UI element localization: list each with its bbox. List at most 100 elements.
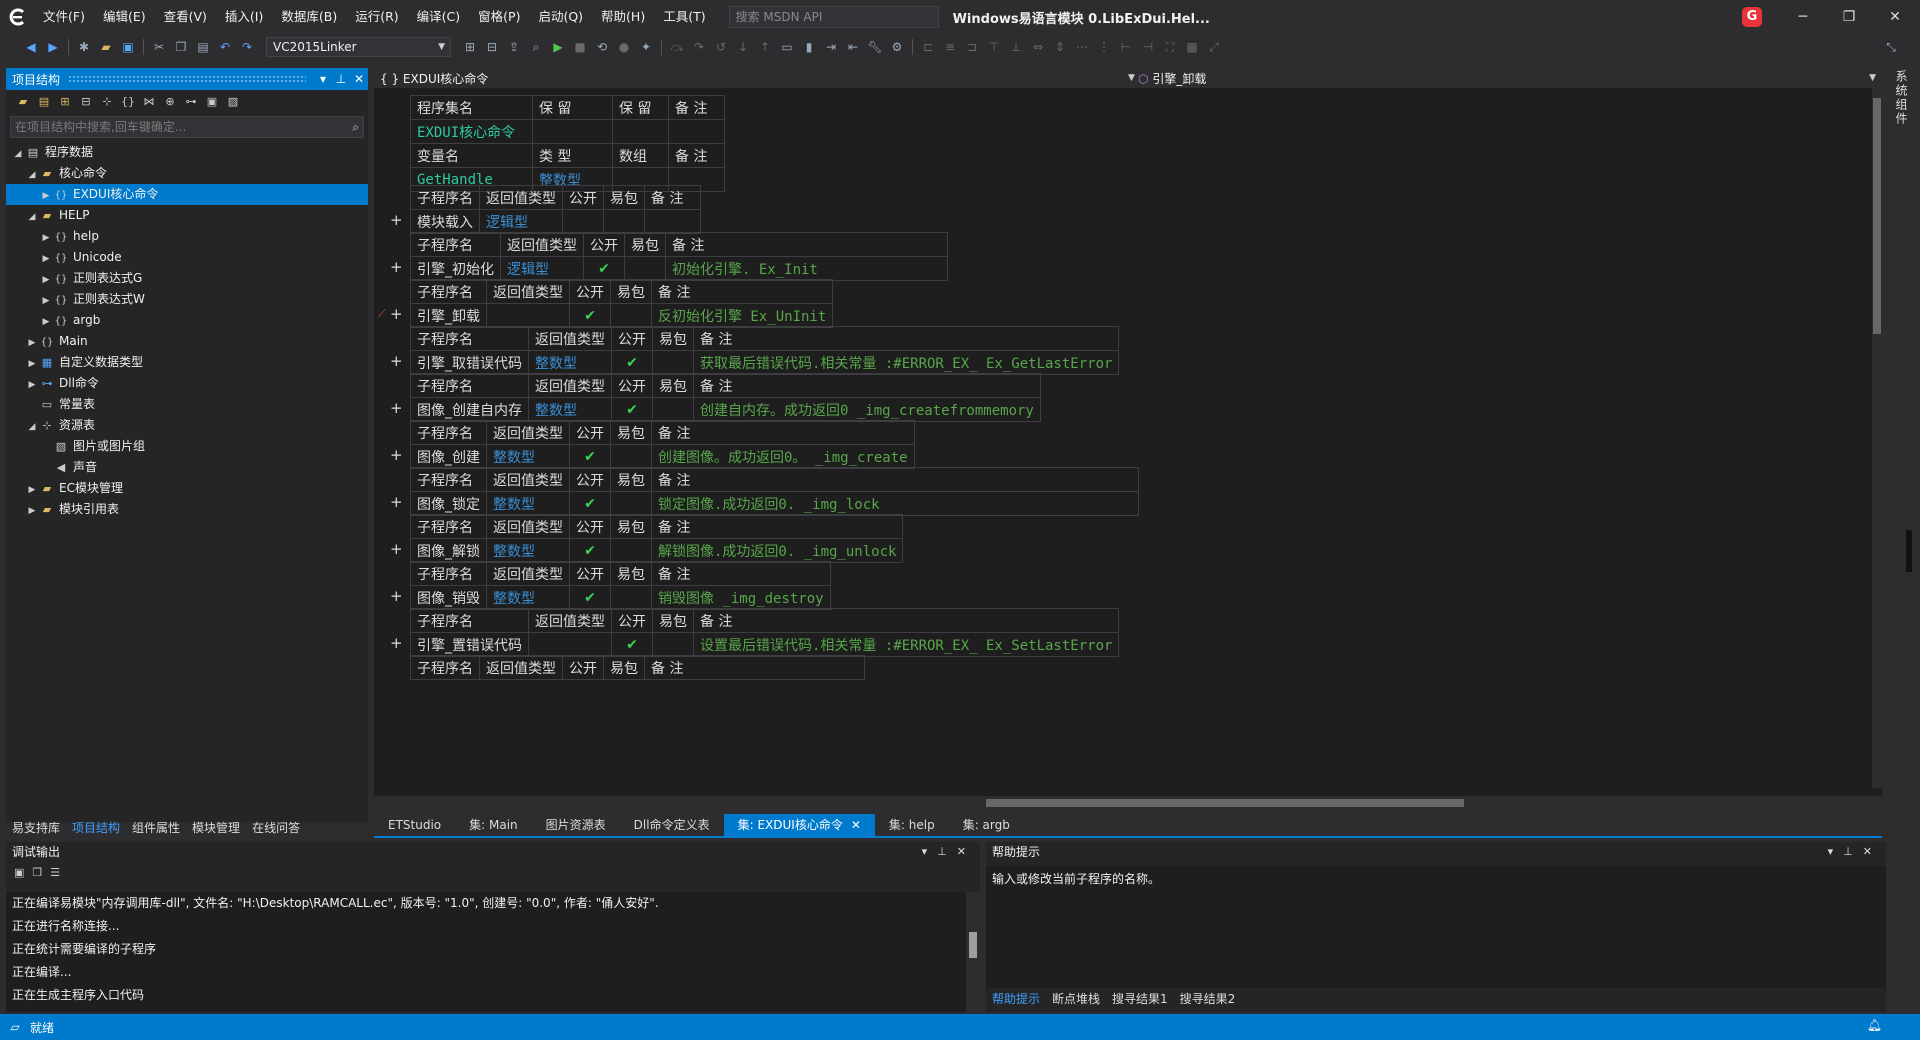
add-picture-icon[interactable]: ▧ xyxy=(224,93,242,111)
project-search-input[interactable]: 在项目结构中搜索,回车键确定... ⌕ xyxy=(10,116,364,138)
document-tab[interactable]: 集: help xyxy=(875,814,949,836)
pin-toolbar-icon[interactable]: ⤡ xyxy=(1880,36,1902,58)
open-folder-icon[interactable]: ▰ xyxy=(95,36,117,58)
collapse-arrow-icon[interactable]: ◢ xyxy=(12,144,24,165)
bookmark-icon[interactable]: ▮ xyxy=(798,36,820,58)
sub-ret-cell[interactable]: 整数型 xyxy=(486,444,570,469)
help-tab[interactable]: 搜寻结果1 xyxy=(1106,990,1174,1007)
sub-public-cell[interactable]: ✔ xyxy=(583,256,625,281)
paste-icon[interactable]: ▤ xyxy=(192,36,214,58)
align-top-icon[interactable]: ⊤ xyxy=(983,36,1005,58)
add-var-icon[interactable]: ⊹ xyxy=(98,93,116,111)
collapse-arrow-icon[interactable]: ◢ xyxy=(26,207,38,228)
tree-item[interactable]: ▶{} EXDUI核心命令 xyxy=(6,184,368,205)
bookmark-next-icon[interactable]: ⇥ xyxy=(820,36,842,58)
same-width-icon[interactable]: ⇔ xyxy=(1027,36,1049,58)
fit-icon[interactable]: ⛶ xyxy=(1159,36,1181,58)
cut-icon[interactable]: ✂ xyxy=(148,36,170,58)
scroll-thumb[interactable] xyxy=(986,799,1464,807)
menu-help[interactable]: 帮助(H) xyxy=(592,0,654,34)
left-bottom-tab[interactable]: 模块管理 xyxy=(186,819,246,836)
add-resource-icon[interactable]: ▣ xyxy=(203,93,221,111)
expand-arrow-icon[interactable]: ▶ xyxy=(40,270,52,291)
code-area[interactable]: 程序集名 保 留 保 留 备 注 EXDUI核心命令 变量名 类 型 数组 备 … xyxy=(374,88,1872,788)
assembly-name[interactable]: EXDUI核心命令 xyxy=(410,119,533,144)
space-h-icon[interactable]: ⋯ xyxy=(1071,36,1093,58)
assembly-cell[interactable] xyxy=(612,119,669,144)
sub-name-cell[interactable]: 图像_创建 xyxy=(410,444,487,469)
document-tab[interactable]: Dll命令定义表 xyxy=(620,814,724,836)
document-tab[interactable]: 集: argb xyxy=(949,814,1024,836)
expand-arrow-icon[interactable]: ▶ xyxy=(26,375,38,396)
tree-item[interactable]: ◢ ▰ 核心命令 xyxy=(6,163,368,184)
system-components-tab[interactable]: 系统组件 xyxy=(1890,70,1910,130)
wrench-icon[interactable]: 🔧︎ xyxy=(864,36,886,58)
sub-selector[interactable]: ⬡ 引擎_卸载 xyxy=(1138,70,1206,87)
left-bottom-tab[interactable]: 项目结构 xyxy=(66,819,126,836)
tree-item[interactable]: ◢ ▰ HELP xyxy=(6,205,368,226)
expand-arrow-icon[interactable]: ▶ xyxy=(40,291,52,312)
breakpoint-icon[interactable]: ✦ xyxy=(635,36,657,58)
tree-item[interactable]: ▶{} Unicode xyxy=(6,247,368,268)
sub-public-cell[interactable]: ✔ xyxy=(569,444,611,469)
add-folder-icon[interactable]: ▰ xyxy=(14,93,32,111)
help-tab[interactable]: 帮助提示 xyxy=(986,990,1046,1007)
assembly-cell[interactable] xyxy=(668,119,725,144)
sub-name-cell[interactable]: 引擎_初始化 xyxy=(410,256,501,281)
sub-name-cell[interactable]: 图像_锁定 xyxy=(410,491,487,516)
sub-note-cell[interactable]: 获取最后错误代码.相关常量 :#ERROR_EX_ Ex_GetLastErro… xyxy=(692,350,1120,375)
space-v-icon[interactable]: ⋮ xyxy=(1093,36,1115,58)
help-tab[interactable]: 断点堆栈 xyxy=(1046,990,1106,1007)
app-logo-icon[interactable] xyxy=(0,0,34,34)
expand-icon[interactable]: ⤢ xyxy=(1203,36,1225,58)
sub-public-cell[interactable] xyxy=(562,209,604,234)
expand-sub-icon[interactable]: + xyxy=(390,305,403,323)
document-tab[interactable]: 集: EXDUI核心命令 ✕ xyxy=(723,814,875,836)
sub-ret-cell[interactable]: 整数型 xyxy=(528,397,612,422)
tree-item[interactable]: ▶ ▰ 模块引用表 xyxy=(6,499,368,520)
sub-package-cell[interactable] xyxy=(652,350,694,375)
output-controls[interactable]: ▾⊥✕ xyxy=(922,842,976,862)
sub-package-cell[interactable] xyxy=(603,209,645,234)
add-class-icon[interactable]: ⊞ xyxy=(56,93,74,111)
sub-package-cell[interactable] xyxy=(624,256,666,281)
minimize-icon[interactable]: ─ xyxy=(1780,0,1826,34)
expand-sub-icon[interactable]: + xyxy=(390,540,403,558)
sub-name-cell[interactable]: 引擎_卸载 xyxy=(410,303,487,328)
step-icon[interactable]: ● xyxy=(613,36,635,58)
grid-icon[interactable]: ▦ xyxy=(1181,36,1203,58)
tree-item[interactable]: ▶{} help xyxy=(6,226,368,247)
find-icon[interactable]: ⌕ xyxy=(525,36,547,58)
sub-public-cell[interactable]: ✔ xyxy=(569,491,611,516)
tree-item[interactable]: ▶{} Main xyxy=(6,331,368,352)
sub-name-cell[interactable]: 引擎_置错误代码 xyxy=(410,632,529,657)
restart-icon[interactable]: ⟲ xyxy=(591,36,613,58)
center-h-icon[interactable]: ⊢ xyxy=(1115,36,1137,58)
sub-note-cell[interactable]: 创建图像。成功返回0。 _img_create xyxy=(651,444,915,469)
chevron-down-icon[interactable]: ▼ xyxy=(1869,73,1876,83)
compile-icon[interactable]: ⊞ xyxy=(459,36,481,58)
sub-note-cell[interactable]: 设置最后错误代码.相关常量 :#ERROR_EX_ Ex_SetLastErro… xyxy=(692,632,1120,657)
expand-sub-icon[interactable]: + xyxy=(390,352,403,370)
add-type-icon[interactable]: ⊶ xyxy=(182,93,200,111)
add-sub-icon[interactable]: ⊟ xyxy=(77,93,95,111)
sub-note-cell[interactable] xyxy=(644,209,701,234)
pin-icon[interactable]: ⊥ xyxy=(332,72,350,86)
undo-icon[interactable]: ↶ xyxy=(214,36,236,58)
document-tab[interactable]: 图片资源表 xyxy=(532,814,620,836)
step-out-icon[interactable]: ↺ xyxy=(710,36,732,58)
menu-run[interactable]: 运行(R) xyxy=(346,0,407,34)
left-bottom-tab[interactable]: 组件属性 xyxy=(126,819,186,836)
stop-icon[interactable]: ■ xyxy=(569,36,591,58)
clear-output-icon[interactable]: ▣ xyxy=(14,866,24,879)
save-icon[interactable]: ▣ xyxy=(117,36,139,58)
tree-item[interactable]: ◢ ▤ 程序数据 xyxy=(6,142,368,163)
copy-icon[interactable]: ❐ xyxy=(170,36,192,58)
sub-name-cell[interactable]: 图像_销毁 xyxy=(410,585,487,610)
help-controls[interactable]: ▾⊥✕ xyxy=(1828,842,1882,862)
new-project-icon[interactable]: ✱ xyxy=(73,36,95,58)
sub-public-cell[interactable]: ✔ xyxy=(569,538,611,563)
search-icon[interactable]: ⌕ xyxy=(352,117,359,137)
g-badge-icon[interactable]: G xyxy=(1742,7,1762,27)
assembly-selector[interactable]: { } EXDUI核心命令 xyxy=(380,70,488,87)
